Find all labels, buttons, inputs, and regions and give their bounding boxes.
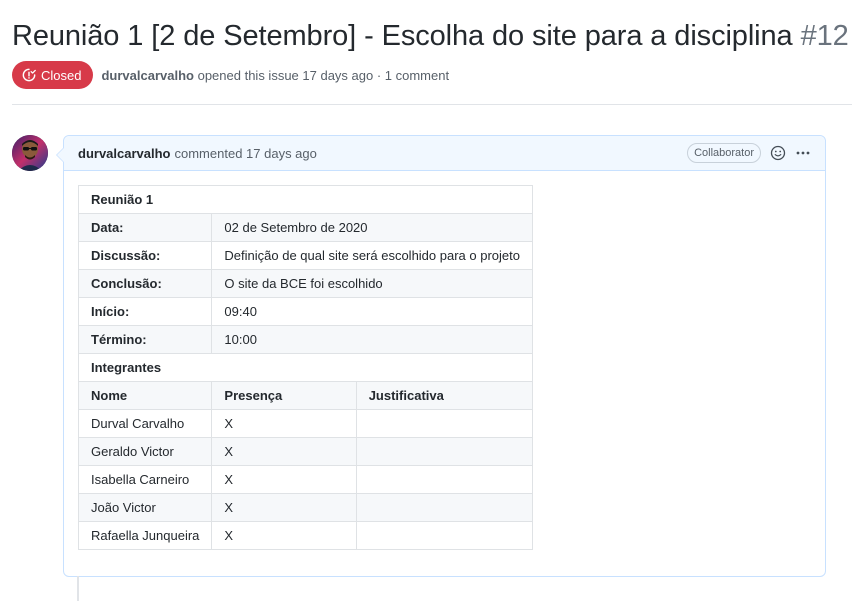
table-row: Discussão: Definição de qual site será e… <box>77 241 533 270</box>
member-name: Geraldo Victor <box>77 437 213 466</box>
smiley-icon[interactable] <box>770 145 786 161</box>
column-header-justification: Justificativa <box>355 381 533 410</box>
comment-time[interactable]: commented 17 days ago <box>175 146 317 161</box>
issue-author-link[interactable]: durvalcarvalho <box>101 68 194 83</box>
issue-closed-icon <box>22 68 36 82</box>
table-row: Geraldo Victor X <box>77 437 533 466</box>
field-value: O site da BCE foi escolhido <box>211 269 533 298</box>
member-justification <box>355 409 533 438</box>
field-value: 09:40 <box>211 297 533 326</box>
issue-title-text: Reunião 1 [2 de Setembro] - Escolha do s… <box>12 20 793 52</box>
timeline-line <box>77 576 79 601</box>
member-justification <box>355 437 533 466</box>
issue-title: Reunião 1 [2 de Setembro] - Escolha do s… <box>12 17 849 55</box>
member-name: Isabella Carneiro <box>77 465 213 494</box>
member-justification <box>355 465 533 494</box>
comment-body: Reunião 1 Data: 02 de Setembro de 2020 D… <box>64 171 825 550</box>
table-row: João Victor X <box>77 493 533 522</box>
member-justification <box>355 493 533 522</box>
member-justification <box>355 521 533 550</box>
member-name: João Victor <box>77 493 213 522</box>
table-row: Conclusão: O site da BCE foi escolhido <box>77 269 533 298</box>
field-label: Discussão: <box>77 241 213 270</box>
member-presence: X <box>211 493 357 522</box>
table-row: Término: 10:00 <box>77 325 533 354</box>
state-label: Closed <box>41 67 82 83</box>
table-row: Integrantes <box>78 353 533 382</box>
field-value: 02 de Setembro de 2020 <box>211 213 533 242</box>
meeting-heading: Reunião 1 <box>78 185 533 214</box>
member-presence: X <box>211 521 357 550</box>
field-value: 10:00 <box>211 325 533 354</box>
comment-header: durvalcarvalho commented 17 days ago Col… <box>64 136 825 171</box>
avatar[interactable] <box>12 135 48 171</box>
table-row: Reunião 1 <box>78 185 533 214</box>
collaborator-badge: Collaborator <box>687 143 761 163</box>
kebab-horizontal-icon[interactable] <box>795 145 811 161</box>
header-divider <box>12 104 852 105</box>
member-presence: X <box>211 437 357 466</box>
state-badge: Closed <box>12 61 94 89</box>
issue-number: #12 <box>800 20 849 52</box>
member-name: Rafaella Junqueira <box>77 521 213 550</box>
member-presence: X <box>211 409 357 438</box>
comment-author-link[interactable]: durvalcarvalho <box>78 146 171 161</box>
issue-meta-text: durvalcarvalho opened this issue 17 days… <box>101 68 449 83</box>
table-row: Data: 02 de Setembro de 2020 <box>77 213 533 242</box>
member-name: Durval Carvalho <box>77 409 213 438</box>
field-label: Conclusão: <box>77 269 213 298</box>
table-row: Início: 09:40 <box>77 297 533 326</box>
table-header-row: Nome Presença Justificativa <box>77 381 533 410</box>
field-label: Término: <box>77 325 213 354</box>
issue-page: Reunião 1 [2 de Setembro] - Escolha do s… <box>0 0 852 601</box>
issue-meta: Closed durvalcarvalho opened this issue … <box>12 61 449 89</box>
column-header-name: Nome <box>77 381 213 410</box>
meeting-table: Reunião 1 Data: 02 de Setembro de 2020 D… <box>77 185 533 550</box>
table-row: Durval Carvalho X <box>77 409 533 438</box>
table-row: Rafaella Junqueira X <box>77 521 533 550</box>
members-heading: Integrantes <box>78 353 533 382</box>
issue-opened-text: opened this issue 17 days ago · 1 commen… <box>197 67 450 83</box>
field-label: Início: <box>77 297 213 326</box>
table-row: Isabella Carneiro X <box>77 465 533 494</box>
field-value: Definição de qual site será escolhido pa… <box>211 241 533 270</box>
column-header-presence: Presença <box>211 381 357 410</box>
member-presence: X <box>211 465 357 494</box>
comment-card: durvalcarvalho commented 17 days ago Col… <box>56 135 826 577</box>
field-label: Data: <box>77 213 213 242</box>
